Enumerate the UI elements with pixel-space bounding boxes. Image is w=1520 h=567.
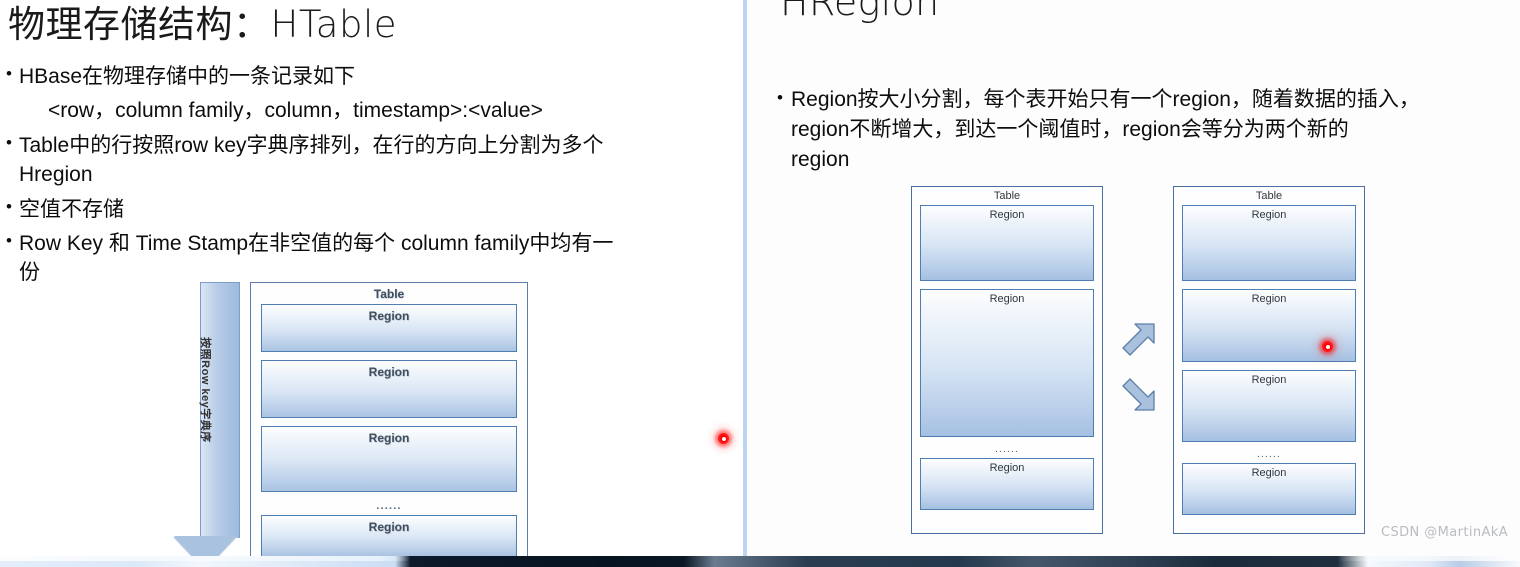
list-item: • Region按大小分割，每个表开始只有一个region，随着数据的插入， r… [777, 85, 1520, 174]
region-ellipsis: ...... [376, 500, 402, 512]
record-format-text: <row，column family，column，timestamp>:<va… [48, 99, 543, 123]
rowkey-order-arrow-label: 按照Row key字典序 [199, 337, 211, 443]
region-box-label: Region [1251, 374, 1287, 386]
bullet-dot-icon: • [6, 132, 12, 152]
region-box-label: Region [368, 309, 410, 323]
region-box-label: Region [1251, 467, 1287, 479]
background-taskbar-sheen [0, 556, 1520, 561]
split-arrow-up-icon [1121, 316, 1163, 358]
list-item: • Row Key 和 Time Stamp在非空值的每个 column fam… [6, 229, 742, 288]
list-item: • HBase在物理存储中的一条记录如下 [6, 62, 742, 91]
region-box-label: Region [368, 520, 410, 534]
list-item-label: Table中的行按照row key字典序排列，在行的方向上分割为多个 Hregi… [19, 133, 604, 187]
hregion-page-title: HRegion [780, 0, 940, 24]
region-box-label: Region [989, 462, 1025, 474]
region-box-label: Region [1251, 209, 1287, 221]
bullet-dot-icon: • [777, 88, 783, 107]
cursor-dot-panel-edge [718, 433, 729, 444]
region-box: Region [920, 205, 1094, 281]
cursor-dot-region [1322, 341, 1333, 352]
table-before-split: Table Region Region ...... Region [911, 186, 1103, 534]
list-item-label: 空值不存储 [19, 197, 124, 221]
table-after-split: Table Region Region Region ...... Region [1173, 186, 1365, 534]
region-box-label: Region [368, 365, 410, 379]
htable-box: Table Region Region Region ...... Region [250, 282, 528, 567]
region-ellipsis: ...... [1257, 449, 1281, 460]
region-box: Region [261, 360, 517, 418]
region-box-label: Region [1251, 293, 1287, 305]
region-box: Region [920, 289, 1094, 437]
left-bullet-list: • HBase在物理存储中的一条记录如下 <row，column family，… [6, 62, 742, 293]
list-item-label: Row Key 和 Time Stamp在非空值的每个 column famil… [19, 231, 614, 285]
left-slide: 物理存储结构：HTable • HBase在物理存储中的一条记录如下 <row，… [0, 0, 742, 567]
split-arrow-down-icon [1121, 376, 1163, 418]
table-before-split-title: Table [993, 190, 1021, 202]
region-box: Region [1182, 463, 1356, 515]
htable-diagram: 按照Row key字典序 Table Region Region Region … [173, 282, 531, 567]
list-item: • Table中的行按照row key字典序排列，在行的方向上分割为多个 Hre… [6, 131, 742, 190]
region-box-label: Region [989, 293, 1025, 305]
region-box: Region [920, 458, 1094, 510]
bullet-dot-icon: • [6, 230, 12, 250]
region-box: Region [1182, 205, 1356, 281]
hregion-slide-window: HRegion • Region按大小分割，每个表开始只有一个region，随着… [743, 0, 1520, 556]
list-item-label: HBase在物理存储中的一条记录如下 [19, 65, 356, 88]
htable-box-title: Table [373, 287, 405, 301]
page-title: 物理存储结构：HTable [8, 3, 398, 46]
bullet-dot-icon: • [6, 64, 12, 83]
region-box: Region [261, 304, 517, 352]
table-after-split-title: Table [1255, 190, 1283, 202]
region-box: Region [261, 426, 517, 492]
region-box: Region [261, 515, 517, 557]
list-item-label: Region按大小分割，每个表开始只有一个region，随着数据的插入， reg… [791, 88, 1420, 171]
bullet-dot-icon: • [6, 196, 12, 216]
region-ellipsis: ...... [995, 444, 1019, 455]
region-box-label: Region [368, 431, 410, 445]
region-box-label: Region [989, 209, 1025, 221]
watermark: CSDN @MartinAkA [1381, 525, 1508, 540]
list-item: • 空值不存储 [6, 195, 742, 224]
region-split-diagram: Table Region Region ...... Region Table … [907, 186, 1407, 538]
region-box: Region [1182, 370, 1356, 442]
